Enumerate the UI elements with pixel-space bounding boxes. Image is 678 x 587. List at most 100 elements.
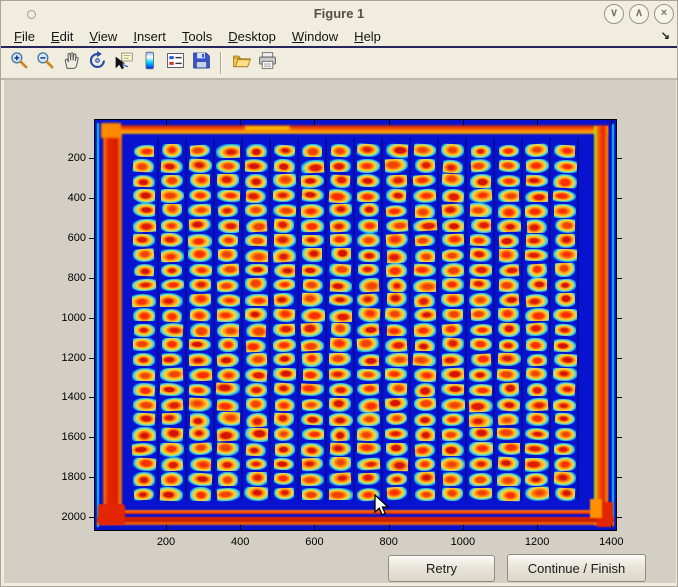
shade-button[interactable]: ∨ — [604, 4, 624, 24]
spot — [553, 398, 576, 410]
spot — [189, 189, 212, 202]
menu-item-window[interactable]: Window — [284, 27, 346, 46]
retry-button[interactable]: Retry — [388, 555, 495, 582]
spot — [274, 427, 295, 442]
data-cursor-button[interactable] — [110, 51, 136, 76]
spot — [442, 219, 464, 232]
spot — [387, 324, 407, 337]
spot — [385, 218, 408, 233]
spot — [441, 203, 464, 219]
spot — [469, 188, 493, 204]
x-tick-mark — [240, 525, 241, 530]
data-cursor-icon — [113, 50, 134, 76]
spot — [160, 383, 184, 397]
spot — [160, 248, 183, 262]
y-tick-mark — [89, 358, 94, 359]
spot — [217, 308, 240, 322]
menu-overflow-arrow-icon[interactable]: ↘ — [661, 29, 670, 42]
pan-hand-button[interactable] — [58, 51, 84, 76]
spot — [330, 218, 352, 232]
spot — [329, 278, 351, 292]
spot — [134, 488, 155, 501]
spot — [216, 293, 240, 307]
spot — [414, 413, 436, 426]
spot — [527, 353, 548, 366]
menu-item-help[interactable]: Help — [346, 27, 389, 46]
spot — [358, 264, 380, 277]
spot — [216, 159, 240, 172]
spot — [133, 159, 155, 173]
microarray-scan-image[interactable] — [95, 120, 616, 530]
spot — [329, 188, 352, 204]
spot — [469, 442, 493, 456]
spot — [161, 472, 183, 487]
menu-item-view[interactable]: View — [81, 27, 125, 46]
spot — [217, 174, 239, 188]
spot — [189, 427, 211, 442]
spot — [160, 427, 183, 442]
spot — [441, 353, 464, 367]
spot — [133, 248, 155, 262]
legend-button[interactable] — [162, 51, 188, 76]
spot — [415, 457, 435, 471]
spot — [357, 412, 380, 427]
spot — [329, 457, 351, 472]
spot — [217, 398, 240, 411]
menu-item-edit[interactable]: Edit — [43, 27, 81, 46]
close-button[interactable]: × — [654, 4, 674, 24]
spot — [302, 428, 324, 440]
menu-item-insert[interactable]: Insert — [125, 27, 174, 46]
toolbar-separator — [220, 52, 222, 74]
spot — [526, 234, 548, 248]
spot — [245, 204, 267, 217]
spot — [301, 413, 324, 426]
spot — [274, 442, 294, 456]
spot — [190, 412, 210, 426]
spot — [499, 339, 519, 352]
print-button[interactable] — [254, 51, 280, 76]
spot — [302, 263, 323, 277]
spot — [553, 189, 577, 203]
spot — [188, 204, 212, 218]
spot — [413, 279, 436, 292]
spot — [216, 144, 240, 158]
rotate-3d-button[interactable] — [84, 51, 110, 76]
save-button[interactable] — [188, 51, 214, 76]
open-folder-button[interactable] — [228, 51, 254, 76]
menu-item-desktop[interactable]: Desktop — [220, 27, 284, 46]
spot — [217, 352, 240, 367]
spot — [133, 188, 155, 203]
spot — [301, 338, 325, 352]
spot — [301, 203, 325, 217]
spot — [245, 278, 268, 293]
spot — [272, 174, 296, 189]
spot — [246, 144, 267, 158]
spot — [412, 219, 437, 233]
zoom-in-button[interactable] — [6, 51, 32, 76]
spot — [413, 263, 436, 277]
spot — [245, 383, 267, 397]
y-tick-label: 1600 — [44, 431, 86, 443]
title-bar[interactable]: Figure 1 ∨∧× — [1, 1, 677, 26]
zoom-out-button[interactable] — [32, 51, 58, 76]
spot — [162, 144, 182, 158]
menu-item-tools[interactable]: Tools — [174, 27, 220, 46]
spot — [441, 383, 464, 396]
maximize-button[interactable]: ∧ — [629, 4, 649, 24]
y-tick-mark — [89, 517, 94, 518]
spot — [441, 367, 464, 382]
spot — [385, 159, 408, 174]
spot — [497, 428, 520, 441]
spot — [386, 278, 407, 294]
image-axes[interactable] — [94, 119, 617, 531]
spot — [525, 412, 549, 426]
spot — [525, 144, 549, 158]
spot — [554, 353, 577, 366]
spot — [497, 368, 521, 382]
spot — [357, 159, 380, 173]
colorbar-button[interactable] — [136, 51, 162, 76]
continue-finish-button[interactable]: Continue / Finish — [507, 554, 646, 582]
x-tick-label: 800 — [367, 536, 411, 548]
y-tick-label: 2000 — [44, 511, 86, 523]
menu-item-file[interactable]: File — [6, 27, 43, 46]
